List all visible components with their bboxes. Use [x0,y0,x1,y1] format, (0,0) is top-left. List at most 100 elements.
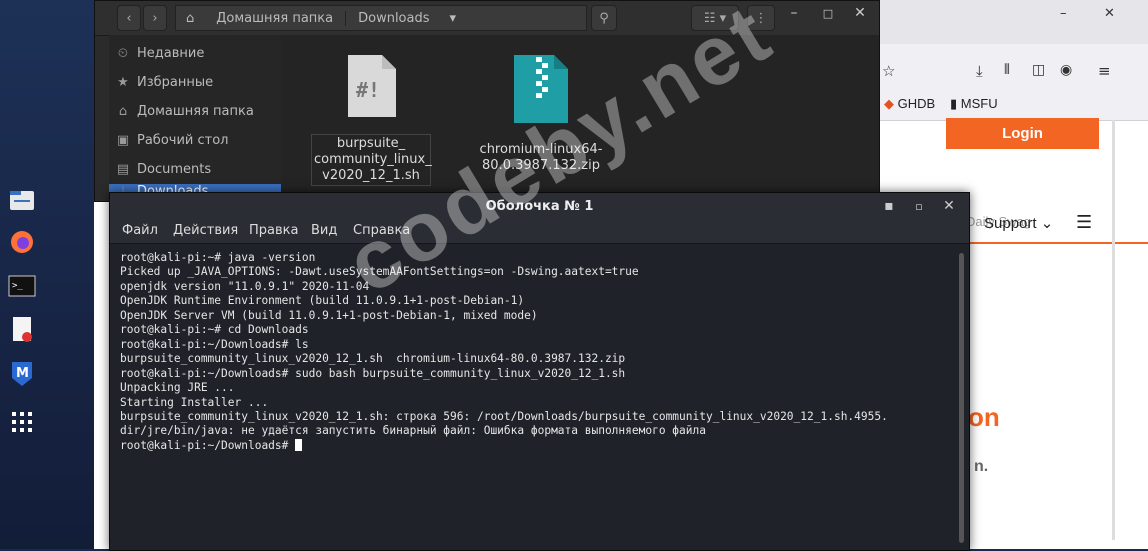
menu-actions[interactable]: Действия [173,223,238,238]
sidebar-item-label: Documents [137,161,212,177]
terminal-line: OpenJDK Runtime Environment (build 11.0.… [120,294,525,308]
menu-icon[interactable]: ≡ [1098,62,1111,80]
file-name-line: chromium-linux64- [479,142,603,157]
file-manager-content: #! burpsuite_ community_linux_ v2020_12_… [281,35,879,201]
hero-subtext: n. [974,458,989,475]
clock-icon: ⏲ [117,45,129,61]
terminal-prompt-line: root@kali-pi:~/Downloads# [120,438,950,453]
maximize-icon[interactable]: □ [811,1,845,25]
zip-file-icon [514,55,568,123]
terminal-prompt: root@kali-pi:~/Downloads# [120,438,296,452]
dock: >_ M [0,170,44,470]
file-manager-header: ‹ › ⌂ Домашняя папка Downloads ▾ ⚲ ☷ ▾ ⋮… [95,1,879,36]
chevron-down-icon[interactable]: ▾ [442,11,465,26]
menu-file[interactable]: Файл [122,223,158,238]
close-icon[interactable]: ✕ [932,193,966,219]
ghdb-icon: ◆ [884,96,894,111]
file-manager-sidebar: ⏲ Недавние ★ Избранные ⌂ Домашняя папка ▣ Ра… [109,35,281,201]
hamburger-icon[interactable]: ☰ [1076,212,1092,233]
star-icon[interactable]: ☆ [882,62,895,80]
bookmark-msfu[interactable]: ▮ MSFU [950,96,998,112]
msfu-icon: ▮ [950,96,958,111]
minimize-icon[interactable]: ▪ [872,193,906,219]
back-button[interactable]: ‹ [117,5,141,31]
metasploit-icon[interactable]: M [8,360,36,388]
bookmark-label: MSFU [960,96,998,111]
terminal-line: root@kali-pi:~# java -version [120,251,316,264]
terminal-output[interactable]: root@kali-pi:~# java -version Picked up _… [120,251,950,541]
text-editor-icon[interactable] [8,316,36,344]
file-name-line: 80.0.3987.132.zip [482,158,600,173]
sidebar-item-label: Домашняя папка [137,103,254,119]
browser-scrollbar[interactable] [1112,120,1115,540]
star-icon: ★ [117,74,129,90]
site-nav: Daily Swag Support ⌄ ☰ [966,206,1148,244]
download-icon[interactable]: ⤓ [976,62,983,80]
terminal-line: OpenJDK Server VM (build 11.0.9.1+1-post… [120,308,538,322]
nav-support[interactable]: Support ⌄ [984,214,1053,232]
sidebar-item-home[interactable]: ⌂ Домашняя папка [109,97,281,125]
terminal-line: Picked up _JAVA_OPTIONS: -Dawt.useSystem… [120,265,639,279]
app-grid-icon[interactable] [8,408,36,436]
hero-heading: on [968,402,1000,432]
sidebar-icon[interactable]: ◫ [1032,62,1045,78]
crumb-home[interactable]: Домашняя папка [204,10,347,26]
sidebar-item-label: Избранные [137,74,214,90]
login-button[interactable]: Login [946,118,1099,149]
terminal-line: root@kali-pi:~/Downloads# ls [120,337,309,351]
close-icon[interactable]: ✕ [843,1,877,25]
sidebar-item-desktop[interactable]: ▣ Рабочий стол [109,126,281,154]
minimize-icon[interactable]: – [777,1,811,25]
crumb-downloads[interactable]: Downloads [346,11,441,26]
file-item[interactable]: chromium-linux64- 80.0.3987.132.zip [471,53,611,174]
script-file-icon: #! [348,55,396,117]
terminal-line: Starting Installer ... [120,395,269,409]
menu-edit[interactable]: Правка [249,223,298,238]
file-name-line: community_linux_ [314,152,432,167]
sidebar-item-label: Недавние [137,45,205,61]
firefox-icon[interactable] [8,228,36,256]
maximize-icon[interactable]: ▫ [902,193,936,219]
chevron-down-icon: ⌄ [1040,215,1054,232]
home-icon: ⌂ [118,103,128,119]
terminal-titlebar: Оболочка № 1 [110,193,969,219]
sidebar-item-starred[interactable]: ★ Избранные [109,68,281,96]
terminal-line: burpsuite_community_linux_v2020_12_1.sh … [120,352,626,366]
terminal-icon[interactable]: >_ [8,272,36,300]
home-icon[interactable]: ⌂ [176,11,204,26]
terminal-line: root@kali-pi:~/Downloads# sudo bash burp… [120,366,626,380]
close-icon[interactable]: ✕ [1104,6,1115,21]
library-icon[interactable]: ⫴ [1004,62,1010,78]
sidebar-item-label: Рабочий стол [137,132,229,148]
menu-view[interactable]: Вид [311,223,337,238]
minimize-icon[interactable]: – [1060,6,1067,21]
forward-button[interactable]: › [143,5,167,31]
menu-help[interactable]: Справка [353,223,410,238]
terminal-cursor [295,438,303,451]
bookmark-label: GHDB [897,96,936,111]
svg-text:M: M [16,366,29,381]
file-manager-window: ‹ › ⌂ Домашняя папка Downloads ▾ ⚲ ☷ ▾ ⋮… [94,0,880,202]
terminal-line: openjdk version "11.0.9.1" 2020-11-04 [120,279,370,293]
search-icon[interactable]: ⚲ [591,5,617,31]
terminal-title: Оболочка № 1 [485,198,594,214]
document-icon: ▤ [116,161,130,177]
account-icon[interactable]: ◉ [1060,62,1072,78]
terminal-line: dir/jre/bin/java: не удаётся запустить б… [120,424,706,438]
menu-icon[interactable]: ⋮ [747,5,775,31]
terminal-window: Оболочка № 1 ▪ ▫ ✕ Файл Действия Правка … [109,192,970,551]
sidebar-item-recent[interactable]: ⏲ Недавние [109,39,281,67]
sidebar-item-documents[interactable]: ▤ Documents [109,155,281,183]
breadcrumb: ⌂ Домашняя папка Downloads ▾ [175,5,587,31]
svg-text:>_: >_ [12,281,23,291]
terminal-line: Unpacking JRE ... [120,381,235,395]
files-icon[interactable] [8,186,36,214]
svg-text:#!: #! [356,78,380,102]
file-item[interactable]: #! burpsuite_ community_linux_ v2020_12_… [311,53,432,186]
nav-support-label: Support [984,215,1037,232]
bookmark-ghdb[interactable]: ◆ GHDB [884,96,935,112]
terminal-scrollbar[interactable] [959,253,964,543]
file-name-line: v2020_12_1.sh [322,168,420,183]
terminal-line: burpsuite_community_linux_v2020_12_1.sh:… [120,409,888,423]
view-toggle-button[interactable]: ☷ ▾ [691,5,739,31]
